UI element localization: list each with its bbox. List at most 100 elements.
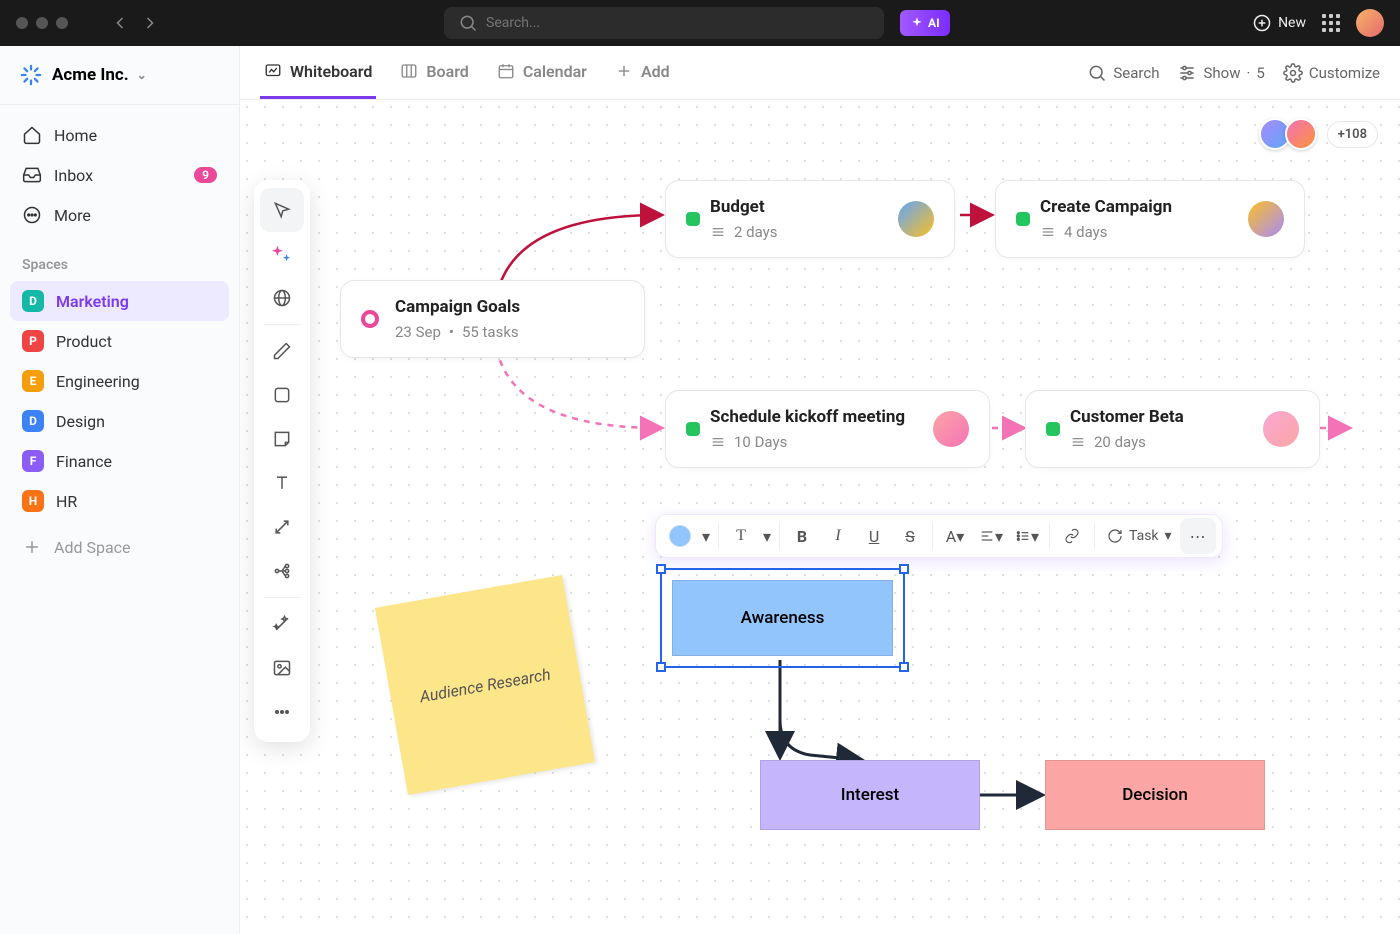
flow-awareness[interactable]: Awareness <box>672 580 893 656</box>
card-kickoff[interactable]: Schedule kickoff meeting 10 Days <box>665 390 990 468</box>
add-space-label: Add Space <box>54 538 131 557</box>
list-button[interactable]: ▾ <box>1009 518 1045 554</box>
label: Search <box>1113 64 1159 82</box>
card-budget[interactable]: Budget 2 days <box>665 180 955 258</box>
mindmap-icon <box>272 561 292 581</box>
space-label: Finance <box>56 452 112 471</box>
font-button[interactable]: T <box>723 518 759 554</box>
space-label: HR <box>56 492 77 511</box>
tool-mindmap[interactable] <box>260 549 304 593</box>
chevron-down-icon: ⌄ <box>137 68 147 82</box>
tab-calendar[interactable]: Calendar <box>493 46 591 99</box>
assignee-avatar[interactable] <box>1248 201 1284 237</box>
flow-interest[interactable]: Interest <box>760 760 980 830</box>
tool-image[interactable] <box>260 646 304 690</box>
nav-home[interactable]: Home <box>10 115 229 155</box>
link-button[interactable] <box>1054 518 1090 554</box>
toolbar-more[interactable]: ⋯ <box>1180 518 1216 554</box>
tool-text[interactable] <box>260 461 304 505</box>
tool-pen[interactable] <box>260 329 304 373</box>
tool-sticky[interactable] <box>260 417 304 461</box>
font-dropdown[interactable]: ▾ <box>759 518 775 554</box>
view-search[interactable]: Search <box>1087 63 1159 83</box>
ai-label: AI <box>928 16 940 30</box>
whiteboard-canvas[interactable]: +108 <box>240 100 1400 934</box>
nav-inbox[interactable]: Inbox 9 <box>10 155 229 195</box>
label: Show <box>1203 64 1240 82</box>
global-search[interactable] <box>444 7 884 39</box>
list-icon <box>710 224 726 240</box>
user-avatar[interactable] <box>1356 9 1384 37</box>
add-space-button[interactable]: Add Space <box>10 527 229 567</box>
status-ring-icon <box>361 310 379 328</box>
convert-task-button[interactable]: Task▾ <box>1099 526 1180 546</box>
assignee-avatar[interactable] <box>1263 411 1299 447</box>
calendar-icon <box>497 62 515 80</box>
card-duration: 4 days <box>1064 223 1108 241</box>
logo-icon <box>20 64 42 86</box>
space-item-design[interactable]: DDesign <box>10 401 229 441</box>
card-title: Budget <box>710 197 898 217</box>
tool-generate[interactable] <box>260 232 304 276</box>
nav-back-button[interactable] <box>106 9 134 37</box>
ai-button[interactable]: AI <box>900 10 950 36</box>
workspace-switcher[interactable]: Acme Inc. ⌄ <box>0 46 239 104</box>
color-dropdown[interactable]: ▾ <box>698 518 714 554</box>
underline-button[interactable]: U <box>856 518 892 554</box>
sticky-icon <box>272 429 292 449</box>
strike-button[interactable]: S <box>892 518 928 554</box>
status-dot-icon <box>1016 212 1030 226</box>
space-item-engineering[interactable]: EEngineering <box>10 361 229 401</box>
nav-forward-button[interactable] <box>136 9 164 37</box>
nav-more[interactable]: More <box>10 195 229 235</box>
space-item-marketing[interactable]: DMarketing <box>10 281 229 321</box>
tab-board[interactable]: Board <box>396 46 472 99</box>
view-show[interactable]: Show · 5 <box>1177 63 1264 83</box>
tool-more[interactable] <box>260 690 304 734</box>
tool-connector[interactable] <box>260 505 304 549</box>
bold-button[interactable]: B <box>784 518 820 554</box>
list-icon <box>710 434 726 450</box>
space-item-finance[interactable]: FFinance <box>10 441 229 481</box>
global-search-input[interactable] <box>486 15 870 31</box>
label: Customize <box>1309 64 1380 82</box>
selection-box[interactable]: Awareness <box>660 568 905 668</box>
tool-shape[interactable] <box>260 373 304 417</box>
text-color-button[interactable]: A▾ <box>937 518 973 554</box>
card-create-campaign[interactable]: Create Campaign 4 days <box>995 180 1305 258</box>
space-badge: P <box>22 330 44 352</box>
card-campaign-goals[interactable]: Campaign Goals 23 Sep • 55 tasks <box>340 280 645 358</box>
sticky-note[interactable]: Audience Research <box>375 575 595 795</box>
collab-avatar[interactable] <box>1285 118 1317 150</box>
assignee-avatar[interactable] <box>898 201 934 237</box>
square-icon <box>272 385 292 405</box>
italic-button[interactable]: I <box>820 518 856 554</box>
view-customize[interactable]: Customize <box>1283 63 1380 83</box>
align-button[interactable]: ▾ <box>973 518 1009 554</box>
collaborators[interactable]: +108 <box>1259 118 1378 150</box>
tool-web[interactable] <box>260 276 304 320</box>
tool-magic[interactable] <box>260 602 304 646</box>
add-view-button[interactable]: Add <box>611 46 674 99</box>
status-dot-icon <box>1046 422 1060 436</box>
collab-more-count[interactable]: +108 <box>1327 121 1378 148</box>
new-button[interactable]: New <box>1252 13 1306 33</box>
color-swatch[interactable] <box>662 518 698 554</box>
space-label: Design <box>56 412 105 431</box>
nav-label: More <box>54 206 91 225</box>
magic-icon <box>272 614 292 634</box>
card-customer-beta[interactable]: Customer Beta 20 days <box>1025 390 1320 468</box>
status-dot-icon <box>686 422 700 436</box>
apps-icon[interactable] <box>1322 14 1340 32</box>
space-item-hr[interactable]: H HR <box>10 481 229 521</box>
flow-label: Interest <box>841 785 899 805</box>
tab-whiteboard[interactable]: Whiteboard <box>260 46 376 99</box>
window-controls[interactable] <box>16 17 68 29</box>
assignee-avatar[interactable] <box>933 411 969 447</box>
space-badge: H <box>22 490 44 512</box>
list-icon <box>1040 224 1056 240</box>
space-item-product[interactable]: PProduct <box>10 321 229 361</box>
flow-decision[interactable]: Decision <box>1045 760 1265 830</box>
home-icon <box>22 125 42 145</box>
tool-select[interactable] <box>260 188 304 232</box>
